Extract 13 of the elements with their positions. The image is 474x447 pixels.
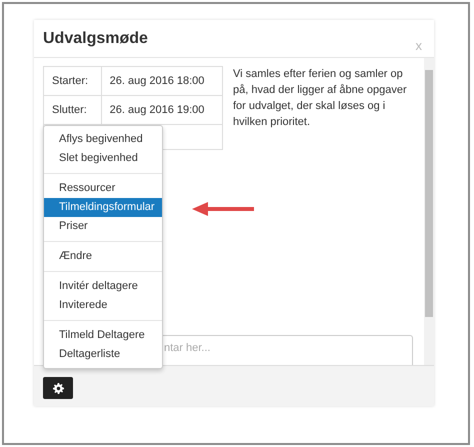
- menu-item[interactable]: Priser: [44, 217, 162, 236]
- menu-item[interactable]: Ændre: [44, 247, 162, 266]
- menu-item[interactable]: Slet begivenhed: [44, 149, 162, 168]
- menu-item[interactable]: Inviterede: [44, 296, 162, 315]
- table-cell: Starter:: [44, 66, 102, 96]
- table-cell: 26. aug 2016 18:00: [101, 66, 222, 96]
- menu-item[interactable]: Tilmeldingsformular: [44, 198, 162, 217]
- menu-item[interactable]: Ressourcer: [44, 179, 162, 198]
- menu-item[interactable]: Aflys begivenhed: [44, 130, 162, 149]
- menu-item[interactable]: Invitér deltagere: [44, 277, 162, 296]
- menu-item[interactable]: Deltagerliste: [44, 345, 162, 364]
- dialog-title: Udvalgsmøde: [43, 30, 148, 48]
- description: Vi samles efter ferien og samler op på, hvad der ligger af åbne opgaver for udvalget, der skal løses og i hvilken prioritet.: [233, 67, 408, 130]
